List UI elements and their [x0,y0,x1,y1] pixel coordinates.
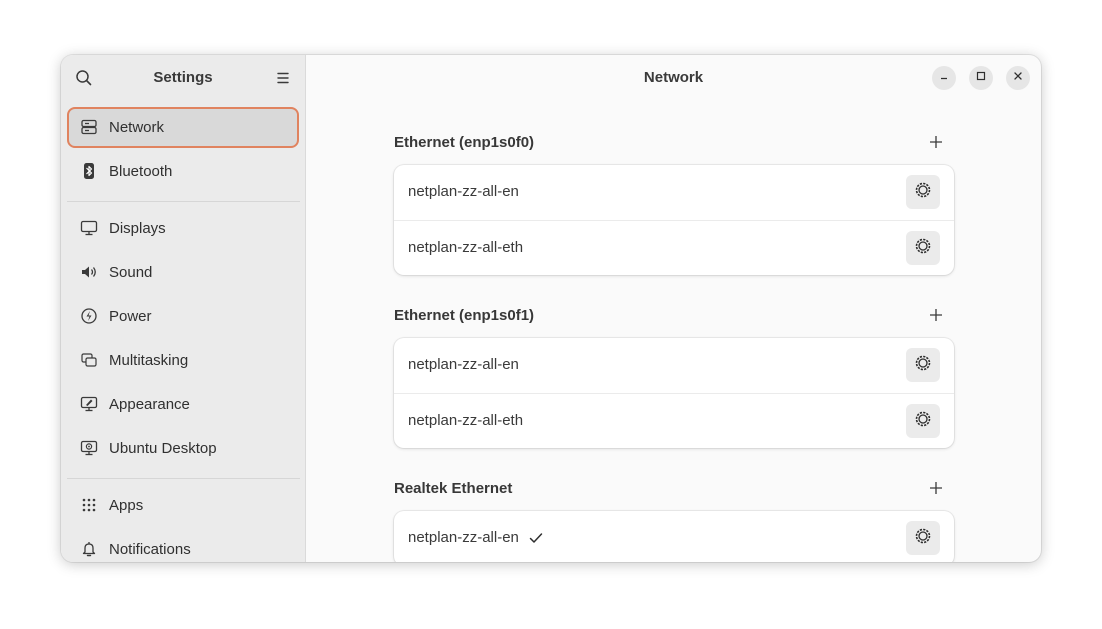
add-connection-button[interactable] [926,305,946,325]
sidebar-item-network[interactable]: Network [67,107,299,148]
sidebar-item-sound[interactable]: Sound [67,252,299,293]
sidebar-item-displays[interactable]: Displays [67,208,299,249]
connection-card: netplan-zz-all-en netplan-zz-all-eth [394,165,954,275]
connection-name: netplan-zz-all-en [408,356,519,373]
hamburger-menu-icon[interactable] [273,68,293,88]
bell-icon [80,540,98,558]
sidebar-item-label: Ubuntu Desktop [109,440,217,457]
sidebar-item-label: Displays [109,220,166,237]
add-connection-button[interactable] [926,132,946,152]
section-title: Ethernet (enp1s0f1) [394,307,535,324]
connection-row[interactable]: netplan-zz-all-eth [394,393,954,448]
sidebar-separator [67,478,300,479]
add-connection-button[interactable] [926,478,946,498]
connection-name: netplan-zz-all-eth [408,412,524,429]
bluetooth-icon [80,162,98,180]
minimize-icon [938,69,950,87]
sidebar-item-label: Multitasking [109,352,189,369]
connection-name: netplan-zz-all-en [408,183,519,200]
gear-icon [914,354,932,377]
sidebar-item-bluetooth[interactable]: Bluetooth [67,151,299,192]
sidebar-item-apps[interactable]: Apps [67,485,299,526]
sidebar-item-power[interactable]: Power [67,296,299,337]
minimize-button[interactable] [932,66,956,90]
sidebar-item-label: Bluetooth [109,163,173,180]
apps-grid-icon [80,496,98,514]
close-icon [1012,69,1024,87]
settings-window: Settings Network Bluetooth Displays Soun… [61,55,1041,562]
section-title: Ethernet (enp1s0f0) [394,134,535,151]
sidebar-item-notifications[interactable]: Notifications [67,529,299,562]
connection-card: netplan-zz-all-en netplan-zz-all-eth [394,338,954,448]
network-icon [80,118,98,136]
gear-icon [914,237,932,260]
connection-settings-button[interactable] [906,404,940,438]
sidebar-item-appearance[interactable]: Appearance [67,384,299,425]
sidebar-item-label: Power [109,308,152,325]
connection-settings-button[interactable] [906,348,940,382]
close-button[interactable] [1006,66,1030,90]
sidebar-item-label: Apps [109,497,144,514]
sidebar-title: Settings [153,69,213,86]
sidebar-item-label: Sound [109,264,153,281]
appearance-icon [80,395,98,413]
sidebar-header: Settings [61,55,305,101]
connection-settings-button[interactable] [906,231,940,265]
maximize-button[interactable] [969,66,993,90]
speaker-icon [80,263,98,281]
main-content: Network Ethernet (enp1s0f0) netplan-zz-a… [306,55,1041,562]
connection-row[interactable]: netplan-zz-all-en [394,338,954,393]
sidebar-item-label: Network [109,119,165,136]
power-icon [80,307,98,325]
connection-card: netplan-zz-all-en [394,511,954,562]
page-title: Network [643,69,704,86]
maximize-icon [975,69,987,87]
connection-name: netplan-zz-all-en [408,529,519,546]
checkmark-icon [528,530,544,546]
gear-icon [914,181,932,204]
gear-icon [914,410,932,433]
display-icon [80,219,98,237]
sidebar-item-multitasking[interactable]: Multitasking [67,340,299,381]
section-title: Realtek Ethernet [394,480,513,497]
connection-row[interactable]: netplan-zz-all-en [394,511,954,562]
connection-settings-button[interactable] [906,175,940,209]
ubuntu-desktop-icon [80,439,98,457]
connection-row[interactable]: netplan-zz-all-eth [394,220,954,275]
gear-icon [914,527,932,550]
connection-row[interactable]: netplan-zz-all-en [394,165,954,220]
connection-settings-button[interactable] [906,521,940,555]
sidebar-separator [67,201,300,202]
sidebar-item-ubuntu-desktop[interactable]: Ubuntu Desktop [67,428,299,469]
multitasking-icon [80,351,98,369]
sidebar: Settings Network Bluetooth Displays Soun… [61,55,306,562]
sidebar-item-label: Notifications [109,541,191,558]
connection-name: netplan-zz-all-eth [408,239,524,256]
sidebar-item-label: Appearance [109,396,190,413]
